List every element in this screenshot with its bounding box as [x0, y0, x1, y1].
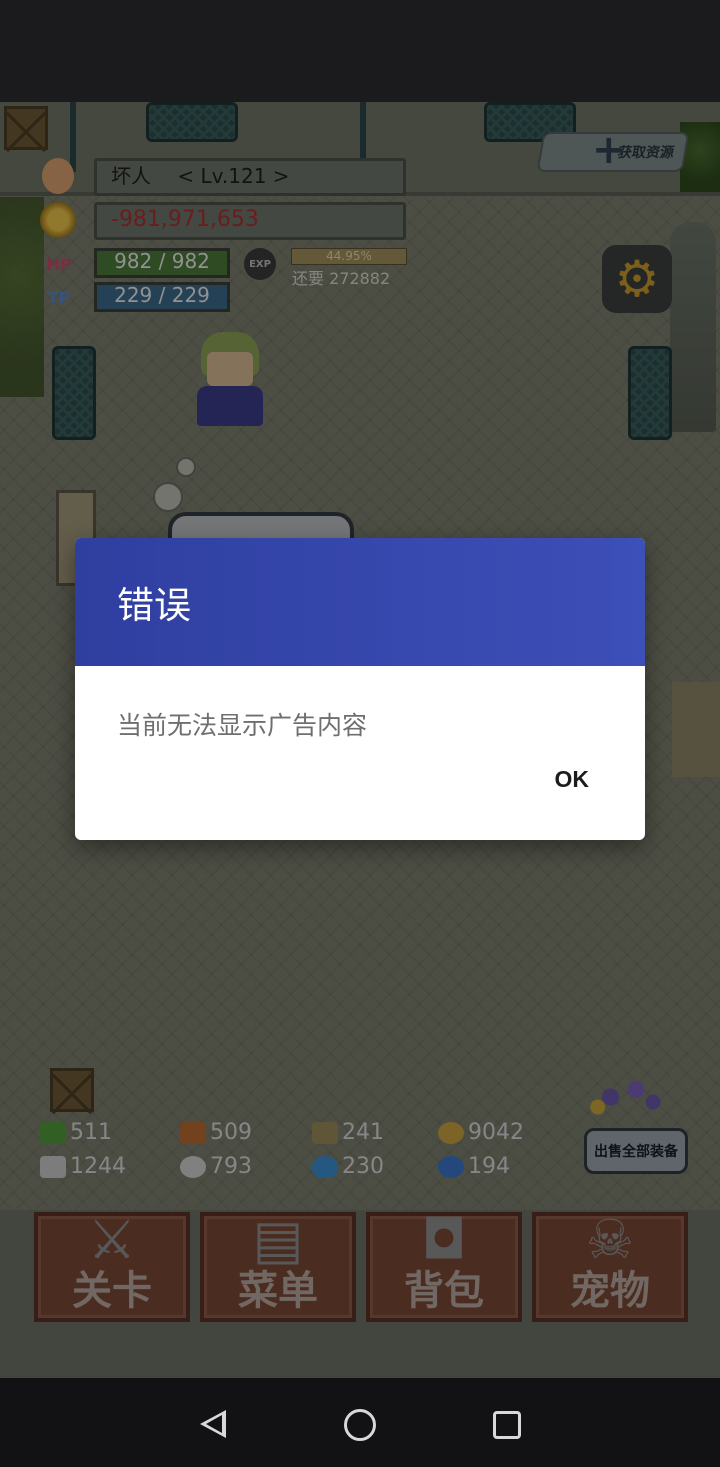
- ok-button[interactable]: OK: [555, 766, 590, 793]
- recent-apps-icon[interactable]: [493, 1411, 521, 1439]
- back-icon[interactable]: [200, 1410, 226, 1438]
- home-icon[interactable]: [344, 1409, 376, 1441]
- status-bar: [0, 0, 720, 102]
- error-dialog: 错误 当前无法显示广告内容 OK: [75, 538, 645, 840]
- dialog-message: 当前无法显示广告内容: [117, 711, 368, 740]
- dialog-title: 错误: [75, 538, 645, 666]
